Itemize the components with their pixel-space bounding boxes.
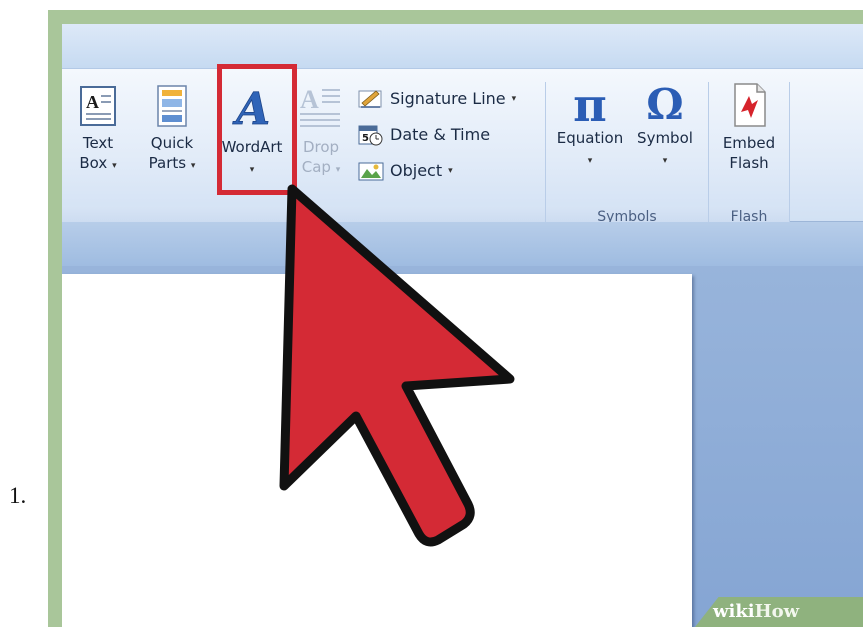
watermark-wiki: wiki [713, 601, 755, 622]
cursor-arrow-icon [279, 184, 515, 547]
wikihow-watermark: wikiHow [695, 597, 863, 627]
watermark-how: How [754, 601, 800, 622]
step-number: 1. [9, 483, 27, 508]
screenshot-frame: Symbols Flash A Text Box ▾ Quick Parts ▾… [48, 10, 863, 627]
word-window: Symbols Flash A Text Box ▾ Quick Parts ▾… [62, 24, 863, 627]
